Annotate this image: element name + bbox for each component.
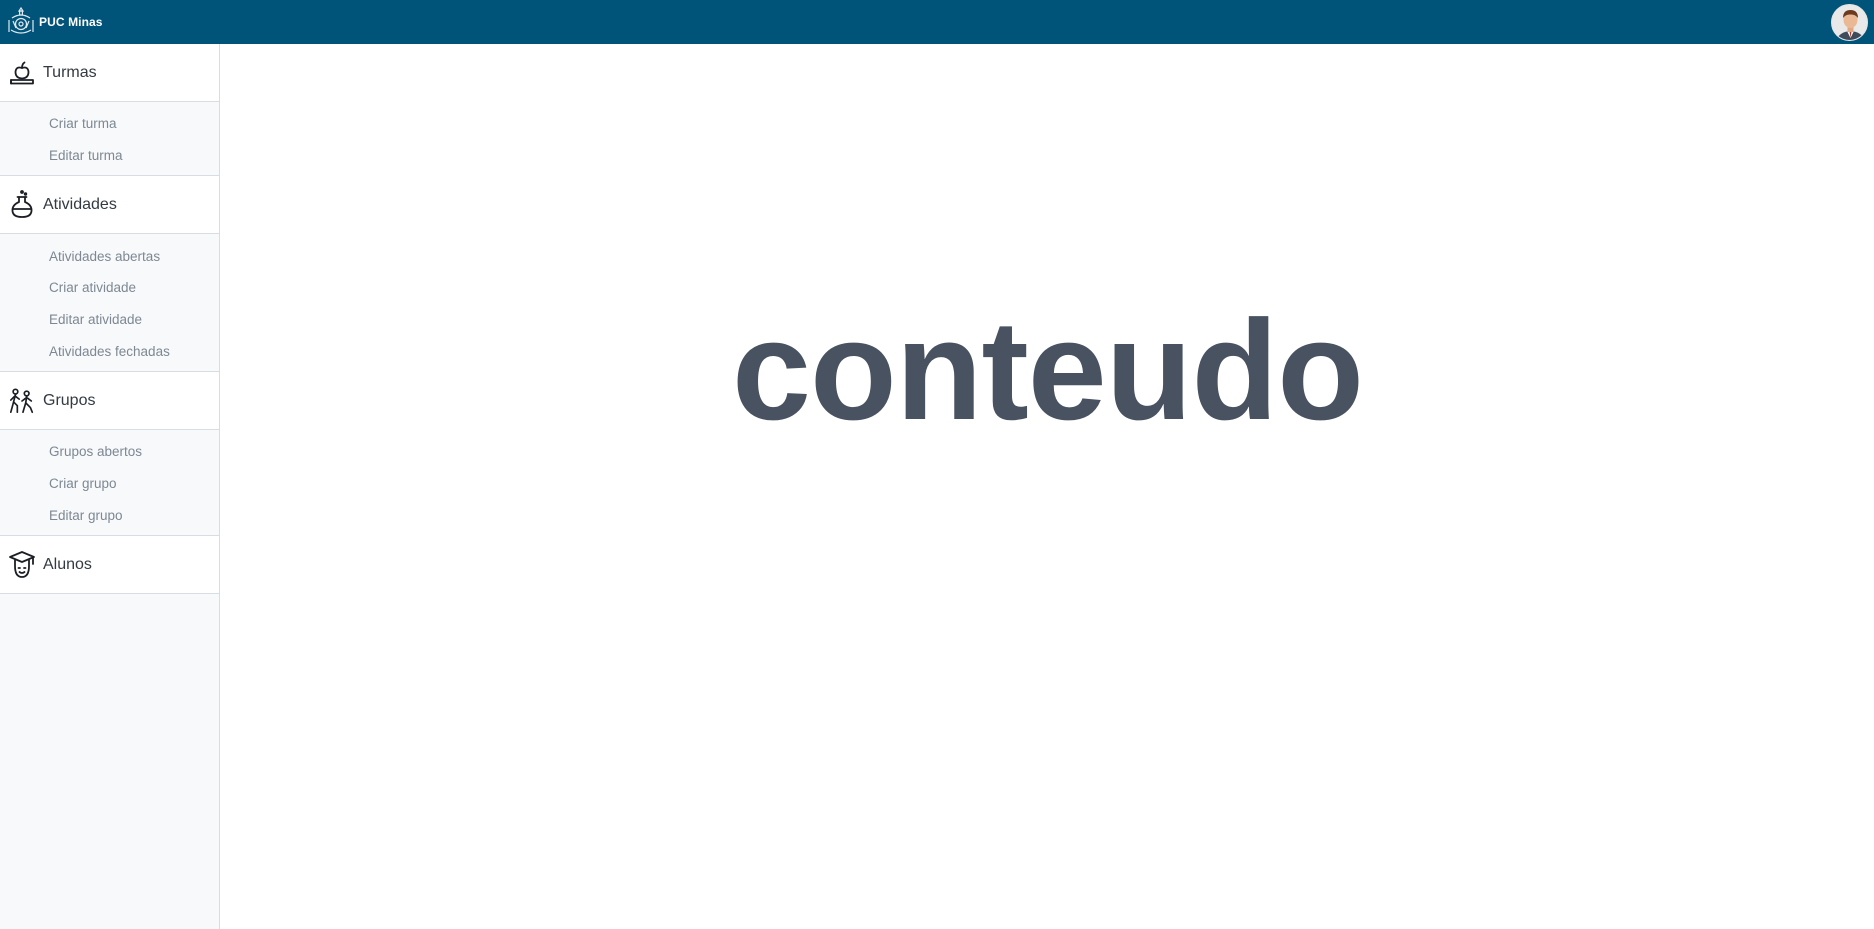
sidebar-item-grupos[interactable]: Grupos: [0, 372, 219, 431]
sidebar-item-label: Turmas: [43, 63, 97, 81]
sidebar-item-label: Atividades: [43, 195, 117, 213]
sidebar: Turmas Criar turma Editar turma Atividad…: [0, 44, 220, 929]
submenu-item-grupos-abertos[interactable]: Grupos abertos: [0, 436, 219, 468]
submenu-item-criar-turma[interactable]: Criar turma: [0, 108, 219, 140]
main-content: conteudo: [221, 44, 1874, 929]
atividades-submenu: Atividades abertas Criar atividade Edita…: [0, 234, 219, 373]
submenu-item-atividades-fechadas[interactable]: Atividades fechadas: [0, 335, 219, 367]
puc-crest-icon: [6, 6, 36, 38]
submenu-item-editar-turma[interactable]: Editar turma: [0, 140, 219, 172]
sidebar-item-turmas[interactable]: Turmas: [0, 44, 219, 102]
submenu-item-atividades-abertas[interactable]: Atividades abertas: [0, 240, 219, 272]
grupos-submenu: Grupos abertos Criar grupo Editar grupo: [0, 430, 219, 537]
sidebar-item-label: Grupos: [43, 391, 96, 409]
sidebar-item-alunos[interactable]: Alunos: [0, 536, 219, 595]
sidebar-item-atividades[interactable]: Atividades: [0, 176, 219, 235]
submenu-item-editar-atividade[interactable]: Editar atividade: [0, 304, 219, 336]
content-placeholder-text: conteudo: [732, 291, 1364, 450]
brand-logo[interactable]: PUC Minas: [6, 6, 103, 38]
people-walking-icon: [8, 385, 36, 417]
flask-icon: [8, 189, 36, 221]
submenu-item-criar-grupo[interactable]: Criar grupo: [0, 468, 219, 500]
sidebar-item-label: Alunos: [43, 555, 92, 573]
apple-on-books-icon: [8, 57, 36, 89]
top-bar: PUC Minas: [0, 0, 1874, 44]
submenu-item-editar-grupo[interactable]: Editar grupo: [0, 500, 219, 532]
graduate-student-icon: [8, 549, 36, 581]
turmas-submenu: Criar turma Editar turma: [0, 102, 219, 177]
user-avatar-icon[interactable]: [1831, 3, 1868, 41]
brand-name: PUC Minas: [39, 15, 103, 29]
submenu-item-criar-atividade[interactable]: Criar atividade: [0, 272, 219, 304]
